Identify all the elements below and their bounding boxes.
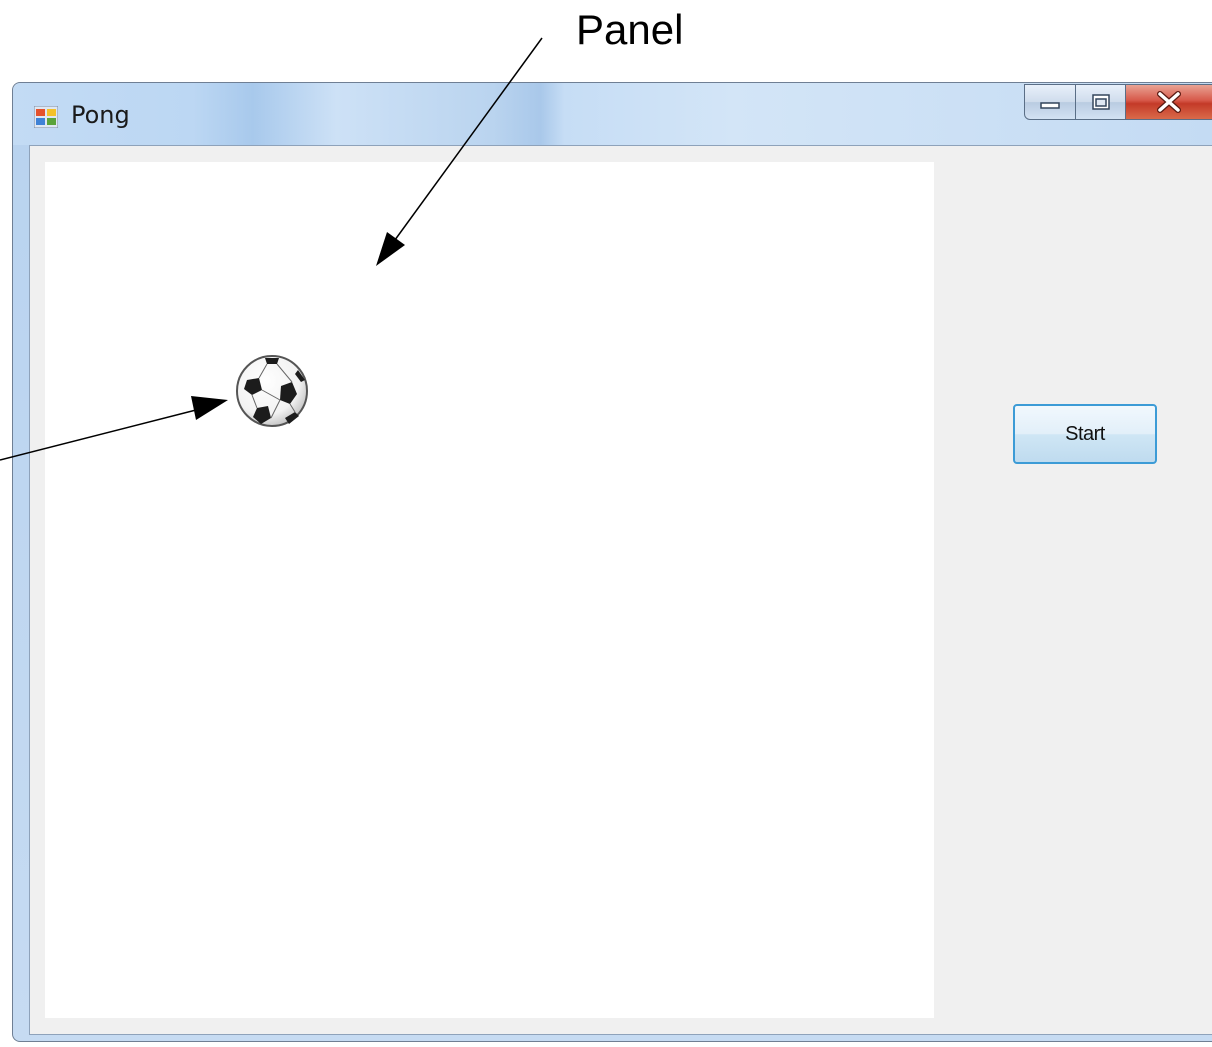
minimize-button[interactable] xyxy=(1024,84,1076,120)
title-bar[interactable]: Pong xyxy=(13,83,1212,145)
soccer-ball-icon xyxy=(236,355,308,427)
close-button[interactable] xyxy=(1126,84,1212,120)
form-client-area: Start xyxy=(29,145,1212,1035)
panel-annotation-label: Panel xyxy=(576,6,684,53)
window-title: Pong xyxy=(71,101,130,129)
pong-window: Pong Start xyxy=(12,82,1212,1042)
minimize-icon xyxy=(1040,102,1060,109)
game-panel[interactable] xyxy=(45,162,934,1018)
start-button[interactable]: Start xyxy=(1013,404,1157,464)
close-icon xyxy=(1157,91,1181,113)
caption-buttons xyxy=(1024,84,1212,124)
maximize-button[interactable] xyxy=(1076,84,1126,120)
windows-form-icon xyxy=(34,106,58,128)
maximize-icon xyxy=(1091,94,1110,110)
